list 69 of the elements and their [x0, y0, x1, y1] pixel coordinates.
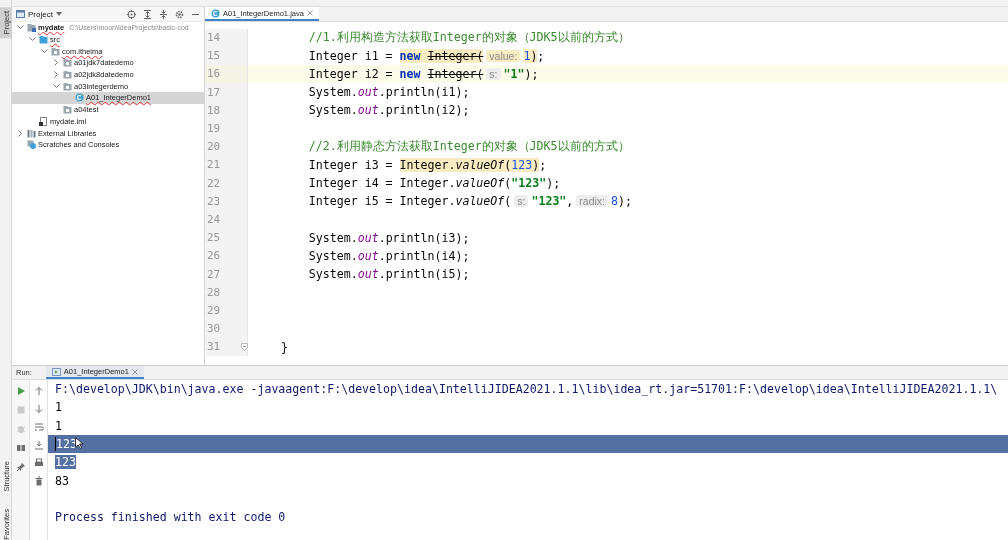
line-number: 17: [207, 85, 221, 99]
line-number: 31: [207, 340, 221, 354]
scroll-to-end-icon[interactable]: [33, 440, 44, 450]
package-icon: [63, 81, 72, 91]
locate-icon[interactable]: [127, 9, 136, 19]
line-number: 26: [207, 249, 221, 263]
code-line: //2.利用静态方法获取Integer的对象（JDK5以前的方式）: [307, 139, 630, 154]
line-number: 15: [207, 49, 221, 63]
run-icon[interactable]: [15, 386, 26, 396]
code-line: System.out.println(i4);: [307, 248, 470, 263]
scratch-icon: [27, 140, 36, 150]
collapse-all-icon[interactable]: [159, 9, 168, 19]
code-line: System.out.println(i3);: [307, 230, 470, 245]
line-number: 18: [207, 103, 221, 117]
down-arrow-icon[interactable]: [33, 404, 44, 414]
line-number: 19: [207, 122, 221, 136]
library-icon: [27, 128, 36, 138]
line-number: 30: [207, 322, 221, 336]
panel-icon: [16, 10, 25, 18]
code-line: System.out.println(i1);: [307, 85, 470, 100]
package-icon: [51, 46, 60, 56]
code-line: System.out.println(i2);: [307, 103, 470, 118]
print-icon[interactable]: [33, 458, 44, 468]
code-line: System.out.println(i5);: [307, 267, 470, 282]
code-line: }: [279, 339, 288, 354]
fold-icon[interactable]: [241, 342, 248, 351]
line-number: 24: [207, 212, 221, 226]
console-output-line: 83: [55, 473, 69, 488]
line-number: 28: [207, 285, 221, 299]
line-number: 16: [207, 67, 221, 81]
pin-icon[interactable]: [15, 462, 26, 472]
run-config-icon: [51, 367, 61, 376]
console-output-line: Process finished with exit code 0: [55, 510, 286, 525]
line-number: 27: [207, 267, 221, 281]
settings-icon[interactable]: [175, 9, 184, 19]
caret-icon: [55, 12, 62, 16]
project-view-dropdown[interactable]: Project: [28, 9, 53, 19]
soft-wrap-icon[interactable]: [33, 422, 44, 432]
class-icon: [211, 8, 220, 18]
up-arrow-icon[interactable]: [33, 386, 44, 396]
close-icon[interactable]: [306, 10, 313, 16]
console-output-line: F:\develop\JDK\bin\java.exe -javaagent:F:\develop\idea\IntelliJIDEA2021.1.1\lib\idea_rt.jar=51701:F:\develop\idea\IntelliJIDEA2021.1.1\: [55, 382, 998, 397]
expand-all-icon[interactable]: [143, 9, 152, 19]
line-number: 23: [207, 194, 221, 208]
console-output-line: 1: [55, 418, 62, 433]
module-icon: [27, 23, 36, 33]
package-icon: [63, 58, 72, 68]
line-number: 21: [207, 158, 221, 172]
layout-icon[interactable]: [15, 443, 26, 453]
line-number: 20: [207, 140, 221, 154]
line-number: 14: [207, 31, 221, 45]
folder-icon: [39, 35, 48, 45]
line-number: 22: [207, 176, 221, 190]
line-number: 25: [207, 231, 221, 245]
code-line: Integer i2 = new Integer( s: "1");: [307, 66, 539, 81]
trash-icon[interactable]: [33, 476, 44, 486]
package-icon: [63, 105, 72, 115]
line-number: 29: [207, 303, 221, 317]
code-line: Integer i1 = new Integer( value: 1);: [307, 48, 545, 63]
code-line: Integer i5 = Integer.valueOf( s: "123", radix: 8);: [307, 194, 632, 209]
mouse-cursor-icon: [75, 437, 83, 449]
code-line: Integer i3 = Integer.valueOf(123);: [307, 157, 547, 172]
file-icon: [39, 116, 48, 126]
code-line: //1.利用构造方法获取Integer的对象（JDK5以前的方式）: [307, 30, 630, 45]
close-icon[interactable]: [131, 368, 138, 375]
package-icon: [63, 70, 72, 80]
class-icon: [75, 93, 84, 103]
code-line: Integer i4 = Integer.valueOf("123");: [307, 176, 561, 191]
console-output-line: 1: [55, 400, 62, 415]
